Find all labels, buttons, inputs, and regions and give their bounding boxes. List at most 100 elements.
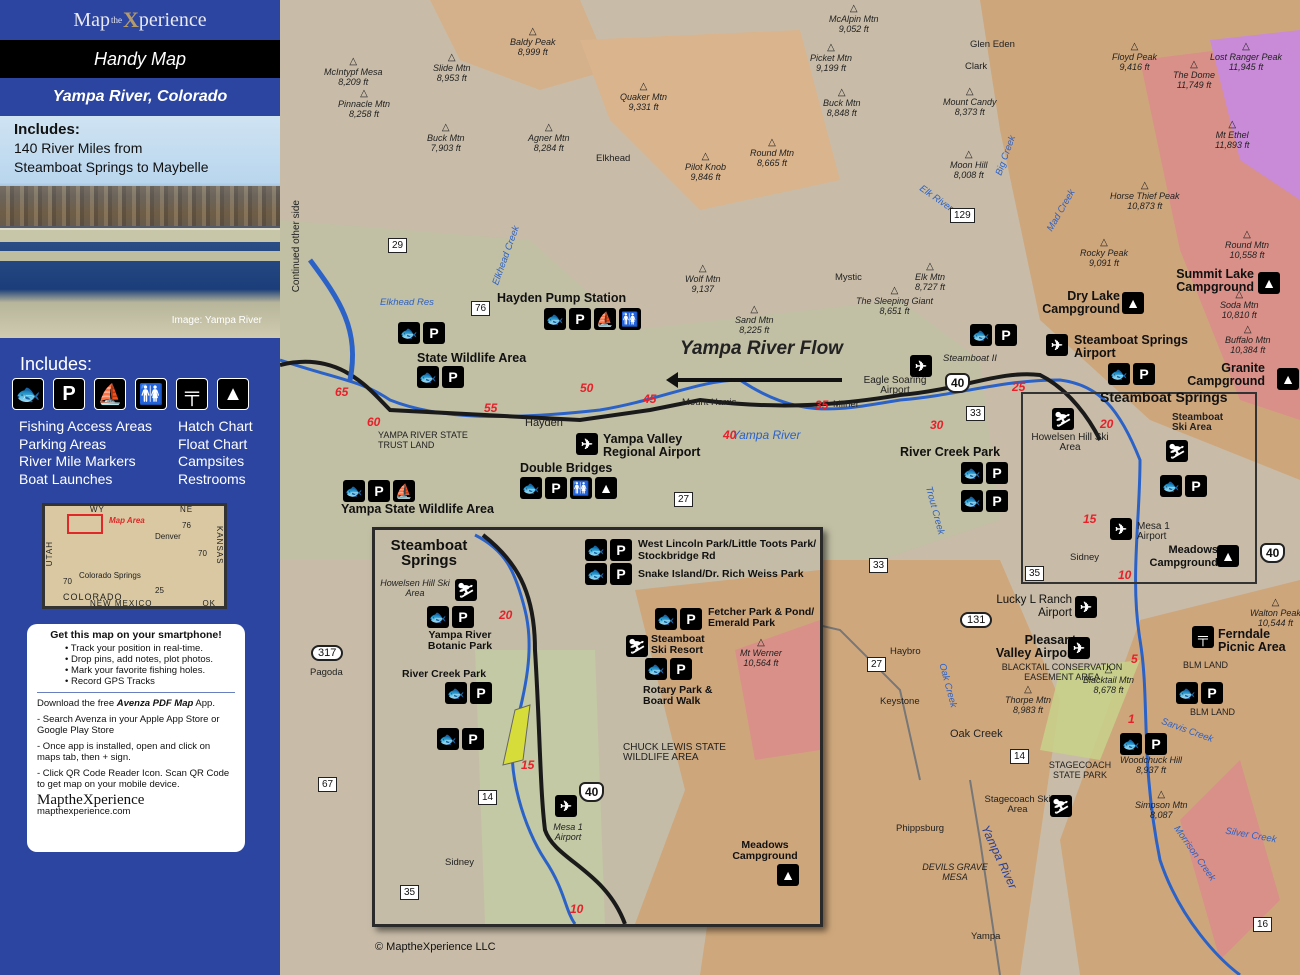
smartphone-promo: Get this map on your smartphone! Track y…	[27, 624, 245, 852]
peak-name: Mt Werner	[740, 648, 782, 658]
handy-map-banner: Handy Map	[0, 40, 280, 78]
photo-includes-title: Includes:	[14, 121, 80, 138]
inset-ski-resort-symbol: ⛷	[626, 635, 648, 657]
download-pre: Download the free	[37, 698, 117, 709]
peak-elevation: 9,331 ft	[628, 102, 659, 112]
swa-north-symbols: 🐟 P	[398, 322, 445, 344]
airport-icon: ✈	[1046, 334, 1068, 356]
copyright: © MaptheXperience LLC	[375, 941, 496, 953]
steamboat-inset-map: Steamboat Springs 🐟 P West Lincoln Park/L…	[372, 527, 823, 927]
restroom-icon: 🚻	[619, 308, 641, 330]
peak-sand: Sand Mtn8,225 ft	[735, 305, 774, 335]
topo-map[interactable]: Continued other side Baldy Peak8,999 ft …	[280, 0, 1300, 975]
place-blm-land: BLM LAND	[1183, 660, 1229, 670]
features-left: Fishing Access Areas Parking Areas River…	[19, 418, 152, 488]
peak-elevation: 9,846 ft	[690, 172, 721, 182]
mile-marker: 30	[930, 418, 944, 432]
peak-name: McIntурf Mesa	[324, 67, 383, 77]
fishing-icon: 🐟	[961, 462, 983, 484]
peak-elevation: 10,564 ft	[743, 658, 779, 668]
parking-icon: P	[452, 606, 474, 628]
airport-icon: ✈	[576, 433, 598, 455]
i70-shield-east: 70	[198, 549, 207, 558]
fishing-icon: 🐟	[427, 606, 449, 628]
parking-icon: P	[545, 477, 567, 499]
place-double-bridges: Double Bridges	[520, 461, 613, 475]
fishing-icon: 🐟	[343, 480, 365, 502]
peak-elevation: 11,749 ft	[1176, 80, 1212, 90]
route-16-shield: 16	[1253, 917, 1273, 932]
promo-bullet: Track your position in real-time.	[65, 643, 235, 654]
peak-round-mtn: Round Mtn8,665 ft	[750, 138, 794, 168]
ss-ski-symbol: ⛷	[1166, 440, 1188, 462]
peak-sleeping-giant: The Sleeping Giant8,651 ft	[856, 286, 933, 316]
feature-item: Campsites	[178, 453, 245, 469]
download-app: Avenza PDF Map	[116, 698, 194, 709]
place-meadows-campground: Meadows Campground	[1149, 544, 1218, 569]
fishing-icon: 🐟	[1160, 475, 1182, 497]
fishing-icon: 🐟	[655, 608, 677, 630]
photo-caption: Image: Yampa River	[171, 315, 262, 326]
inset-mile-marker: 15	[521, 758, 535, 772]
peak-name: Round Mtn	[1225, 240, 1270, 250]
peak-elevation: 8,953 ft	[436, 73, 467, 83]
inset-howelsen-hill: Howelsen Hill Ski Area	[380, 578, 450, 598]
peak-name: Floyd Peak	[1112, 52, 1158, 62]
skiing-icon: ⛷	[1050, 795, 1072, 817]
peak-name: McAlpin Mtn	[829, 14, 879, 24]
skiing-icon: ⛷	[1052, 408, 1074, 430]
snake-island-symbols: 🐟 P	[585, 563, 632, 585]
peak-name: Horse Thief Peak	[1110, 191, 1180, 201]
hayden-pump-symbols: 🐟 P ⛵ 🚻	[544, 308, 641, 330]
peak-walton: Walton Peak10,544 ft	[1250, 598, 1300, 628]
peak-name: Elk Mtn	[915, 272, 946, 282]
peak-name: Agner Mtn	[528, 133, 570, 143]
inset-river-creek-park: River Creek Park	[402, 668, 487, 680]
peak-elevation: 8,937 ft	[1136, 765, 1167, 775]
ss-airport-symbol: ✈	[1046, 334, 1068, 356]
peak-elevation: 8,373 ft	[954, 107, 985, 117]
rotary-symbols: 🐟 P	[1160, 475, 1207, 497]
peak-elevation: 8,225 ft	[739, 325, 770, 335]
picnic-icon: ╤	[1192, 626, 1214, 648]
skiing-icon: ⛷	[626, 635, 648, 657]
town-elkhead: Elkhead	[596, 153, 631, 164]
mile-marker: 60	[367, 415, 381, 429]
state-wy: WY	[90, 505, 105, 514]
inset-steamboat-ski-resort: Steamboat Ski Resort	[651, 633, 705, 656]
inset-mesa1-symbol: ✈	[555, 795, 577, 817]
place-mesa-1-airport: Mesa 1 Airport	[1137, 521, 1170, 542]
peak-moon-hill: Moon Hill8,008 ft	[950, 150, 988, 180]
map-area-label: Map Area	[109, 516, 145, 525]
legend-icons: 🐟 P ⛵ 🚻 ╤ ▲	[12, 378, 249, 410]
town-clark: Clark	[965, 61, 988, 72]
inset-meadows-symbol: ▲	[777, 864, 799, 886]
skiing-icon: ⛷	[455, 579, 477, 601]
region-title: Yampa River, Colorado	[52, 88, 228, 105]
inset-mesa-1-airport: Mesa 1 Airport	[553, 822, 583, 842]
features-right: Hatch Chart Float Chart Campsites Restro…	[178, 418, 253, 488]
feature-item: Parking Areas	[19, 435, 107, 452]
yampa-swa-symbols: 🐟 P ⛵	[343, 480, 415, 502]
photo-rail	[0, 228, 280, 242]
airport-icon: ✈	[1068, 637, 1090, 659]
campsite-icon: ▲	[1122, 292, 1144, 314]
dry-lake-symbol: ▲	[1122, 292, 1144, 314]
parking-icon: P	[53, 378, 85, 410]
ferndale-symbol: ╤	[1192, 626, 1214, 648]
meadows-symbol: ▲	[1217, 545, 1239, 567]
download-line: Download the free Avenza PDF Map App.	[37, 698, 235, 709]
colorado-locator-map: WY NE UTAH KANSAS NEW MEXICO OK Map Area…	[42, 503, 227, 609]
peak-name: Lost Ranger Peak	[1210, 52, 1283, 62]
parking-icon: P	[1185, 475, 1207, 497]
denver-label: Denver	[155, 532, 181, 541]
parking-icon: P	[1133, 363, 1155, 385]
place-granite-campground: Granite Campground	[1187, 361, 1265, 388]
i70-shield-west: 70	[63, 577, 72, 586]
town-yampa: Yampa	[971, 931, 1001, 942]
place-ferndale-picnic-area: Ferndale Picnic Area	[1218, 627, 1286, 654]
peak-elevation: 9,091 ft	[1089, 258, 1120, 268]
place-pleasant-valley-airport: Pleasant Valley Airport	[995, 633, 1076, 660]
peak-elevation: 8,999 ft	[517, 47, 548, 57]
peak-name: Mt Ethel	[1215, 130, 1249, 140]
